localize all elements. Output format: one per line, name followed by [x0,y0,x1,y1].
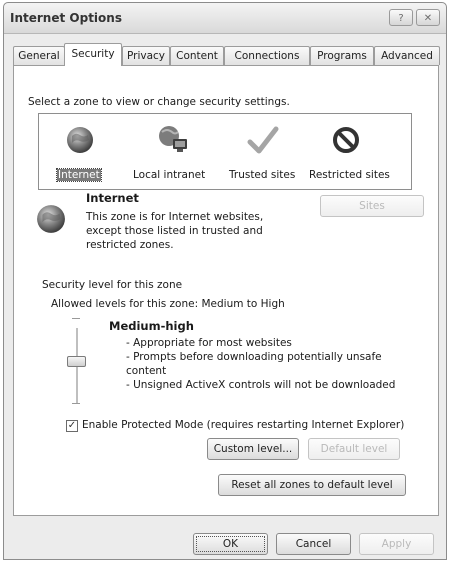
help-button[interactable]: ? [389,9,413,26]
globe-icon [37,205,65,233]
help-icon: ? [398,13,404,24]
zone-description-line-3: restricted zones. [86,239,174,251]
protected-mode-checkbox[interactable]: ✓ [66,420,78,432]
level-bullet-1: - Appropriate for most websites [126,337,292,349]
sites-button[interactable]: Sites [320,195,424,217]
close-button[interactable]: ✕ [416,9,440,26]
checkmark-icon [247,126,279,154]
security-level-name: Medium-high [109,319,194,333]
tab-general[interactable]: General [13,46,65,65]
title-bar[interactable]: Internet Options ? ✕ [4,3,446,34]
tab-programs[interactable]: Programs [310,46,374,65]
tab-advanced[interactable]: Advanced [374,46,440,65]
zone-local-intranet-label[interactable]: Local intranet [133,169,205,181]
zone-trusted-sites[interactable] [247,126,279,159]
level-bullet-2: - Prompts before downloading potentially… [126,351,382,363]
slider-tick-top [72,318,80,319]
level-bullet-2-continued: content [126,365,167,377]
zone-local-intranet[interactable] [156,124,190,157]
reset-all-zones-button[interactable]: Reset all zones to default level [218,474,406,496]
default-level-button[interactable]: Default level [308,438,400,460]
apply-button[interactable]: Apply [359,533,434,555]
intranet-icon [159,126,187,152]
zone-trusted-sites-label[interactable]: Trusted sites [229,169,295,181]
close-icon: ✕ [423,13,433,24]
zone-name: Internet [86,191,139,205]
allowed-levels-text: Allowed levels for this zone: Medium to … [51,298,285,310]
custom-level-button[interactable]: Custom level... [207,438,299,460]
window-title: Internet Options [10,11,122,25]
protected-mode-label[interactable]: Enable Protected Mode (requires restarti… [82,419,404,431]
level-bullet-3: - Unsigned ActiveX controls will not be … [126,379,396,391]
zone-prompt: Select a zone to view or change security… [28,96,290,108]
check-icon: ✓ [67,420,77,431]
zone-description-line-2: except those listed in trusted and [86,225,263,237]
internet-options-window: Internet Options ? ✕ General Security Pr… [3,2,447,560]
zone-info-globe [36,204,66,237]
zone-restricted-sites[interactable] [331,125,361,158]
ok-button[interactable]: OK [193,533,268,555]
security-level-slider-thumb[interactable] [67,356,86,367]
security-level-group-label: Security level for this zone [42,279,183,291]
tab-security[interactable]: Security [64,43,122,66]
zone-internet-label[interactable]: Internet [56,168,102,182]
zone-description-line-1: This zone is for Internet websites, [86,211,264,223]
globe-icon [67,127,93,153]
zone-restricted-sites-label[interactable]: Restricted sites [309,169,390,181]
security-tab-panel: Select a zone to view or change security… [13,65,439,516]
cancel-button[interactable]: Cancel [276,533,351,555]
no-entry-icon [333,127,359,153]
zone-internet[interactable] [66,126,94,157]
slider-tick-bottom [72,403,80,404]
zone-list: Internet Local intranet Trusted sites Re… [38,113,412,190]
tab-privacy[interactable]: Privacy [122,46,170,65]
tab-connections[interactable]: Connections [224,46,310,65]
tab-content[interactable]: Content [170,46,224,65]
